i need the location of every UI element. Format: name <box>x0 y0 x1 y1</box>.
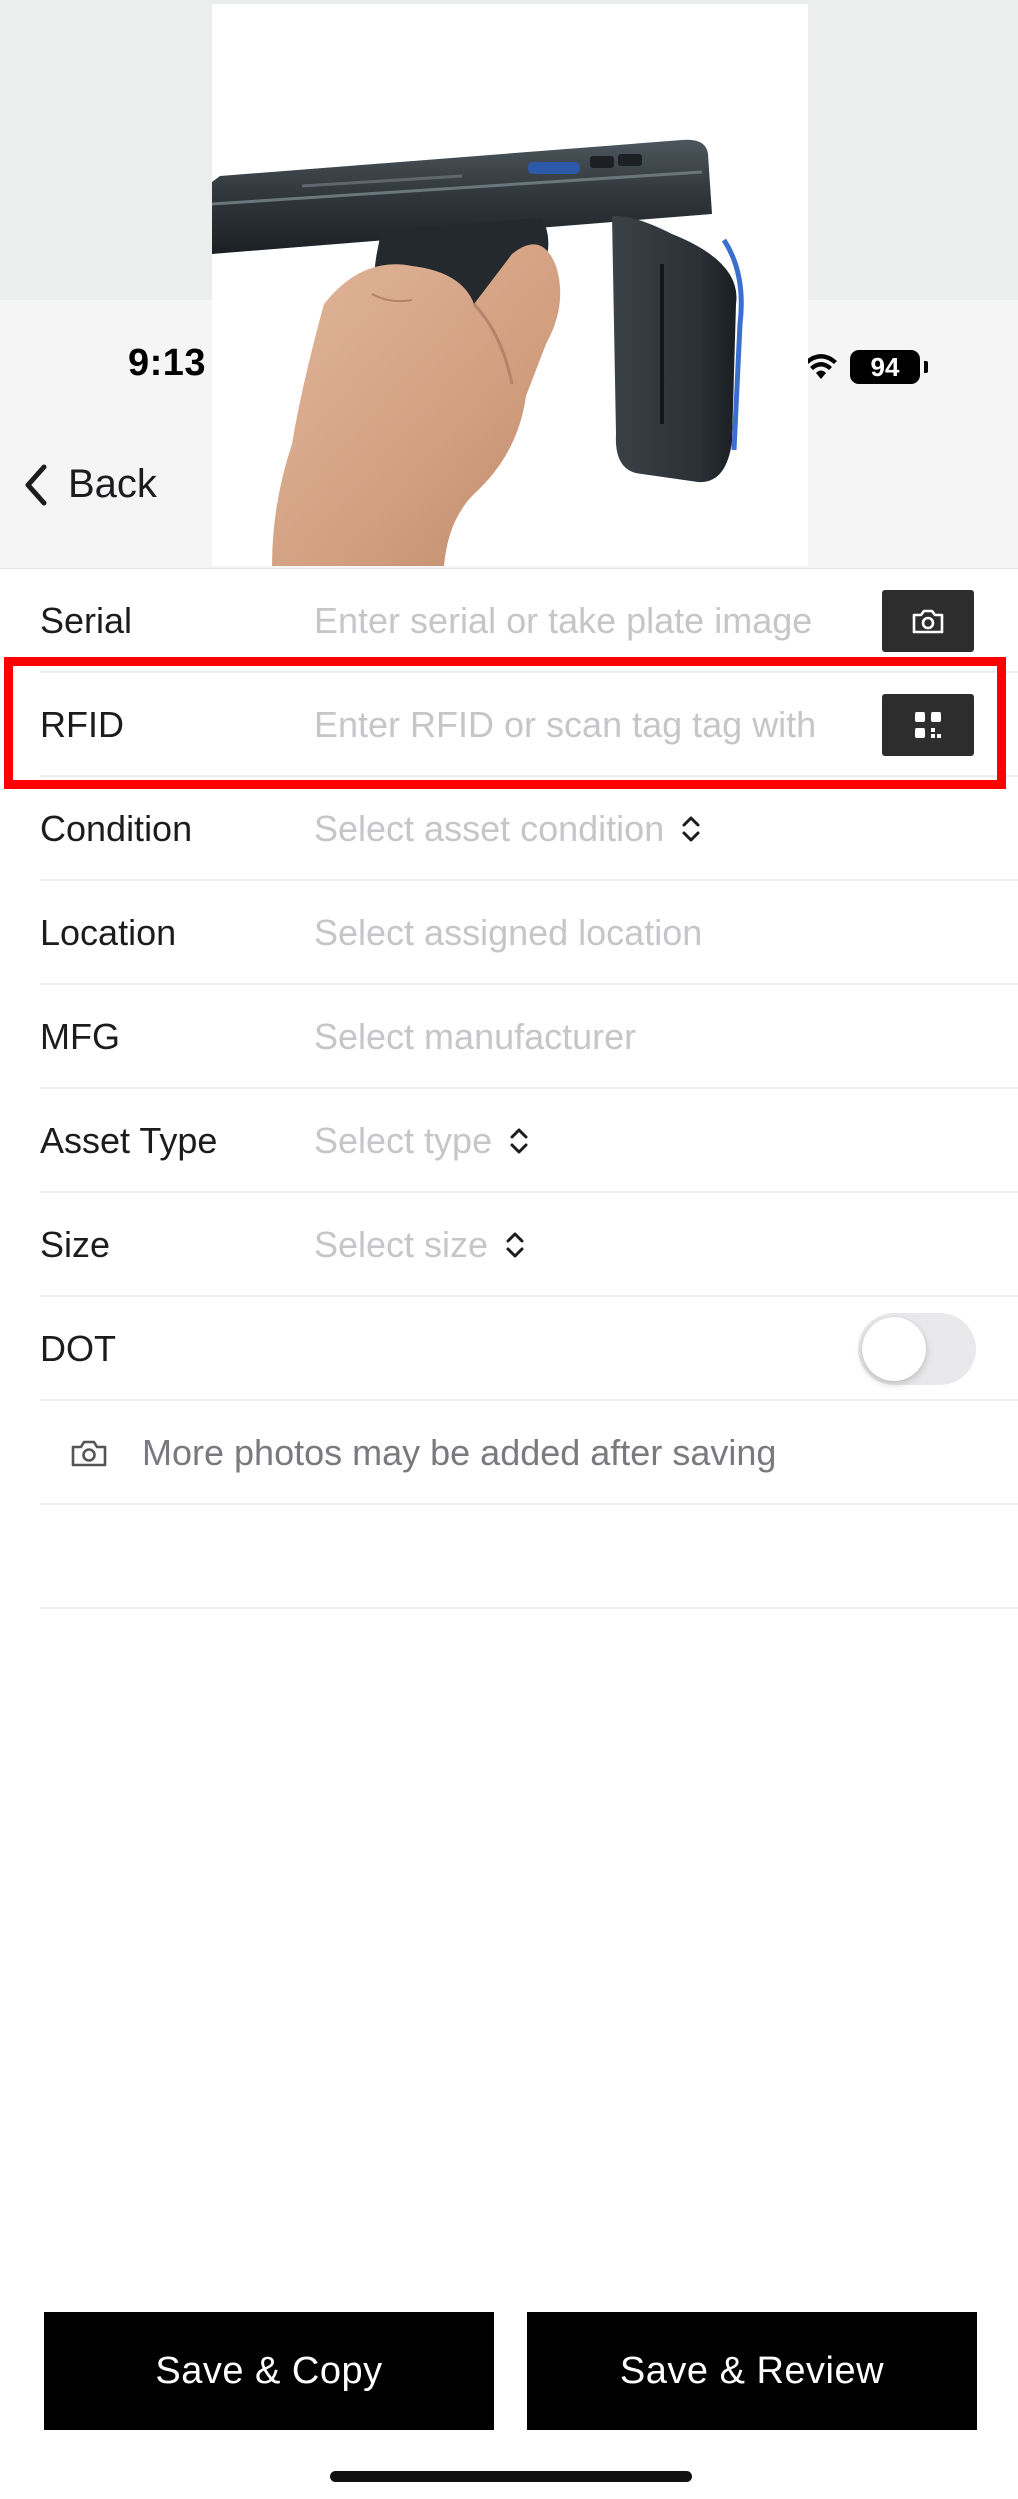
save-review-button[interactable]: Save & Review <box>527 2312 977 2430</box>
camera-icon <box>912 609 944 634</box>
back-label: Back <box>68 462 157 506</box>
photos-note-row: More photos may be added after saving <box>0 1401 1018 1505</box>
asset-type-label: Asset Type <box>40 1120 218 1161</box>
dot-row: DOT <box>0 1297 1018 1401</box>
condition-select[interactable]: Select asset condition <box>314 808 702 850</box>
screen: 9:13 94 Back Serial Enter serial or take… <box>0 0 1018 2499</box>
dot-label: DOT <box>40 1328 116 1369</box>
photos-note-text: More photos may be added after saving <box>142 1432 777 1473</box>
size-value: Select size <box>314 1224 489 1265</box>
location-value: Select assigned location <box>314 912 703 953</box>
serial-input[interactable] <box>314 591 880 651</box>
mfg-select[interactable]: Select manufacturer <box>314 1016 636 1058</box>
size-row[interactable]: Size Select size <box>0 1193 1018 1297</box>
location-select[interactable]: Select assigned location <box>314 912 702 954</box>
dot-toggle[interactable] <box>858 1313 976 1385</box>
mfg-label: MFG <box>40 1016 120 1057</box>
condition-label: Condition <box>40 808 193 849</box>
rfid-label: RFID <box>40 704 124 745</box>
battery-indicator: 94 <box>850 350 920 384</box>
condition-value: Select asset condition <box>314 808 665 849</box>
status-time: 9:13 <box>128 342 207 384</box>
asset-type-select[interactable]: Select type <box>314 1120 530 1162</box>
mfg-row[interactable]: MFG Select manufacturer <box>0 985 1018 1089</box>
product-photo <box>212 4 808 566</box>
asset-type-row[interactable]: Asset Type Select type <box>0 1089 1018 1193</box>
mfg-value: Select manufacturer <box>314 1016 637 1057</box>
rfid-scanner-image <box>212 139 744 566</box>
location-row[interactable]: Location Select assigned location <box>0 881 1018 985</box>
empty-row <box>0 1505 1018 1609</box>
qr-scan-icon <box>915 712 941 738</box>
chevron-up-down-icon <box>506 1232 524 1258</box>
rfid-input[interactable] <box>314 695 880 755</box>
location-label: Location <box>40 912 177 953</box>
chevron-left-icon <box>25 464 47 505</box>
home-indicator <box>330 2471 692 2482</box>
status-icons: 94 <box>804 350 928 384</box>
battery-nub <box>924 361 928 373</box>
serial-camera-button[interactable] <box>882 590 974 652</box>
wifi-icon <box>805 354 837 379</box>
chevron-up-down-icon <box>682 816 700 842</box>
camera-icon <box>71 1440 107 1467</box>
rfid-row: RFID <box>0 673 1018 777</box>
asset-type-value: Select type <box>314 1120 493 1161</box>
toggle-knob <box>862 1317 926 1381</box>
photos-note: More photos may be added after saving <box>70 1432 776 1474</box>
divider <box>40 1607 1018 1609</box>
size-select[interactable]: Select size <box>314 1224 526 1266</box>
back-button[interactable]: Back <box>22 462 157 507</box>
size-label: Size <box>40 1224 111 1265</box>
save-copy-button[interactable]: Save & Copy <box>44 2312 494 2430</box>
serial-label: Serial <box>40 600 133 641</box>
condition-row[interactable]: Condition Select asset condition <box>0 777 1018 881</box>
chevron-up-down-icon <box>510 1128 528 1154</box>
serial-row: Serial <box>0 569 1018 673</box>
rfid-scan-button[interactable] <box>882 694 974 756</box>
